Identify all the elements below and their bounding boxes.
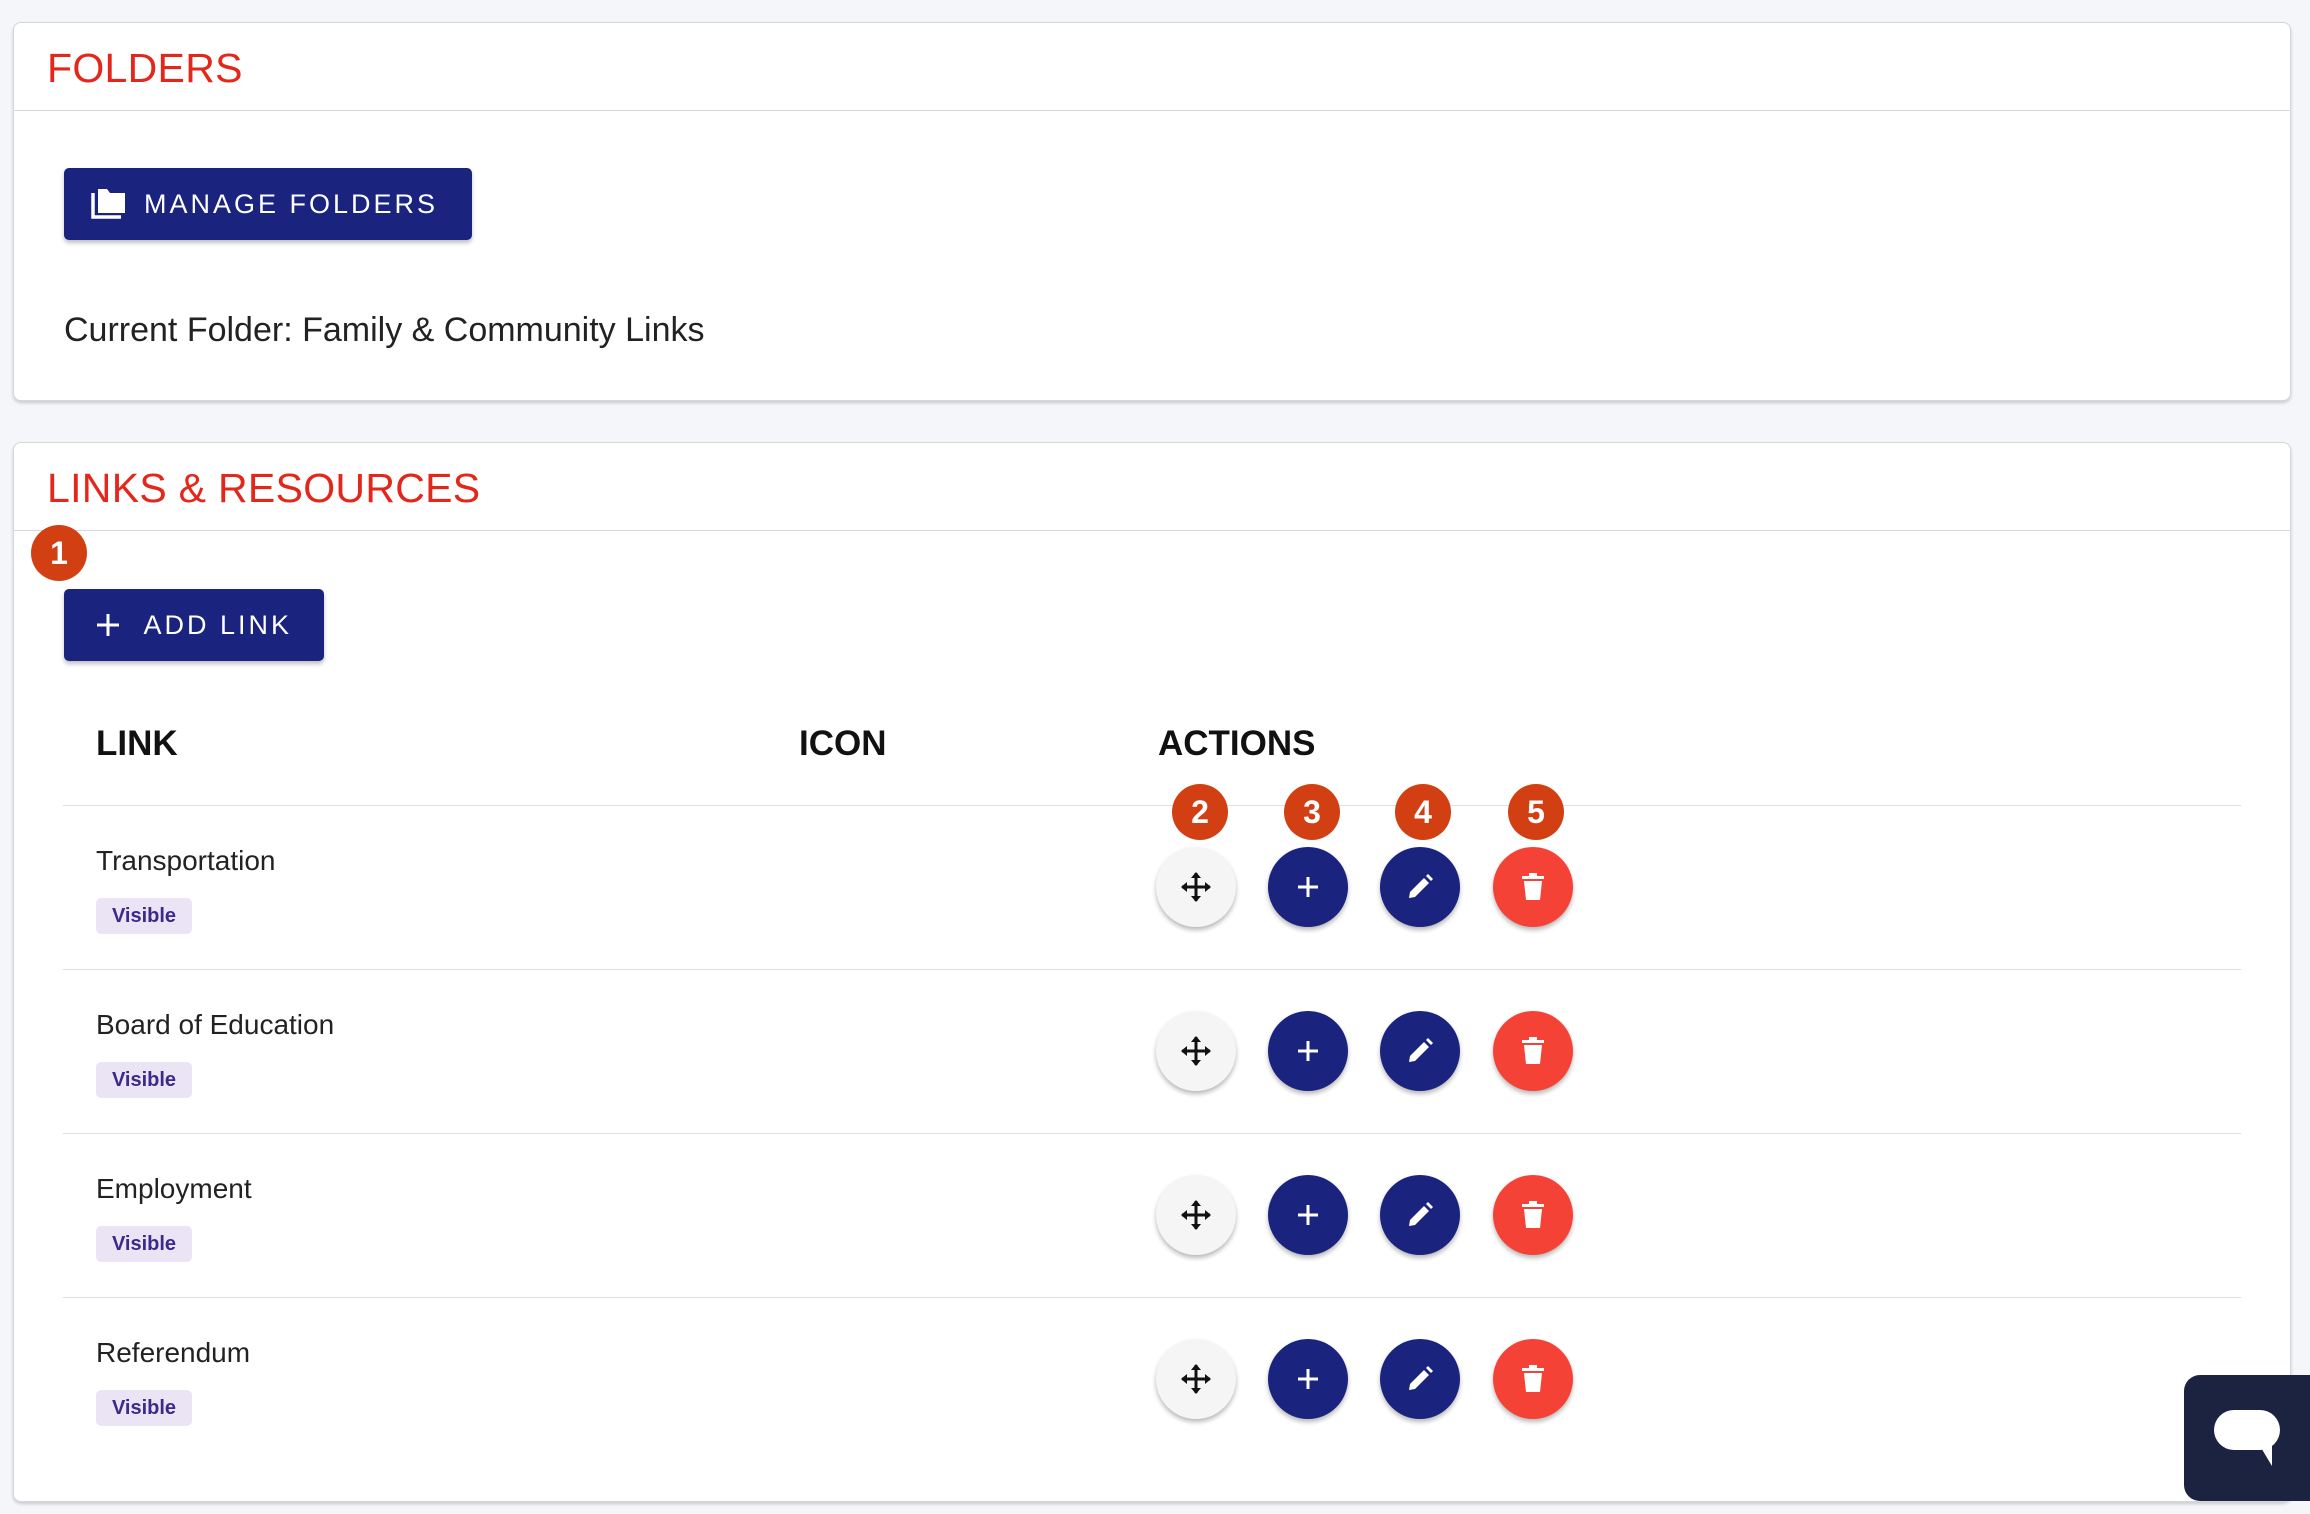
row-divider xyxy=(63,1133,2241,1134)
callout-badge-4: 4 xyxy=(1395,784,1451,840)
pencil-icon xyxy=(1409,1202,1433,1226)
column-header-link: LINK xyxy=(96,724,178,763)
link-name: Referendum xyxy=(96,1337,251,1368)
links-resources-title: LINKS & RESOURCES xyxy=(47,465,481,511)
folders-card: FOLDERS MANAGE FOLDERS Current Folder: F… xyxy=(13,22,2291,401)
links-resources-card: LINKS & RESOURCES ADD LINK LINK ICON ACT… xyxy=(13,442,2291,1502)
trash-icon xyxy=(1522,1365,1544,1392)
folders-divider xyxy=(14,110,2290,111)
move-button[interactable] xyxy=(1156,1339,1236,1419)
trash-icon xyxy=(1522,1201,1544,1228)
callout-badge-5: 5 xyxy=(1508,784,1564,840)
move-icon xyxy=(1181,1200,1211,1230)
edit-button[interactable] xyxy=(1380,847,1460,927)
pencil-icon xyxy=(1409,1366,1433,1390)
row-divider xyxy=(63,969,2241,970)
add-child-button[interactable] xyxy=(1268,1339,1348,1419)
add-link-button[interactable]: ADD LINK xyxy=(64,589,324,661)
callout-badge-1: 1 xyxy=(31,525,87,581)
delete-button[interactable] xyxy=(1493,847,1573,927)
plus-icon xyxy=(1298,1205,1318,1225)
delete-button[interactable] xyxy=(1493,1175,1573,1255)
folders-title: FOLDERS xyxy=(47,45,243,91)
column-header-icon: ICON xyxy=(799,724,887,763)
plus-icon xyxy=(1298,1369,1318,1389)
chat-bubble-icon xyxy=(2214,1410,2280,1466)
status-chip: Visible xyxy=(96,1226,192,1262)
trash-icon xyxy=(1522,1037,1544,1064)
plus-icon xyxy=(88,605,127,645)
link-name: Transportation xyxy=(96,845,276,876)
callout-badge-3: 3 xyxy=(1284,784,1340,840)
move-icon xyxy=(1181,1036,1211,1066)
move-button[interactable] xyxy=(1156,1011,1236,1091)
add-child-button[interactable] xyxy=(1268,1175,1348,1255)
add-child-button[interactable] xyxy=(1268,847,1348,927)
edit-button[interactable] xyxy=(1380,1011,1460,1091)
pencil-icon xyxy=(1409,874,1433,898)
status-chip: Visible xyxy=(96,898,192,934)
current-folder-text: Current Folder: Family & Community Links xyxy=(64,311,705,349)
link-name: Employment xyxy=(96,1173,252,1204)
manage-folders-button[interactable]: MANAGE FOLDERS xyxy=(64,168,472,240)
edit-button[interactable] xyxy=(1380,1339,1460,1419)
plus-icon xyxy=(1298,1041,1318,1061)
add-child-button[interactable] xyxy=(1268,1011,1348,1091)
status-chip: Visible xyxy=(96,1062,192,1098)
edit-button[interactable] xyxy=(1380,1175,1460,1255)
move-button[interactable] xyxy=(1156,1175,1236,1255)
table-header-divider xyxy=(63,805,2241,806)
status-chip: Visible xyxy=(96,1390,192,1426)
row-divider xyxy=(63,1297,2241,1298)
move-button[interactable] xyxy=(1156,847,1236,927)
trash-icon xyxy=(1522,873,1544,900)
links-divider xyxy=(14,530,2290,531)
move-icon xyxy=(1181,872,1211,902)
delete-button[interactable] xyxy=(1493,1339,1573,1419)
move-icon xyxy=(1181,1364,1211,1394)
column-header-actions: ACTIONS xyxy=(1158,724,1316,763)
delete-button[interactable] xyxy=(1493,1011,1573,1091)
folders-icon xyxy=(88,184,128,224)
plus-icon xyxy=(1298,877,1318,897)
chat-widget-button[interactable] xyxy=(2184,1375,2310,1501)
manage-folders-label: MANAGE FOLDERS xyxy=(144,188,439,219)
add-link-label: ADD LINK xyxy=(143,609,292,640)
callout-badge-2: 2 xyxy=(1172,784,1228,840)
link-name: Board of Education xyxy=(96,1009,335,1040)
pencil-icon xyxy=(1409,1038,1433,1062)
